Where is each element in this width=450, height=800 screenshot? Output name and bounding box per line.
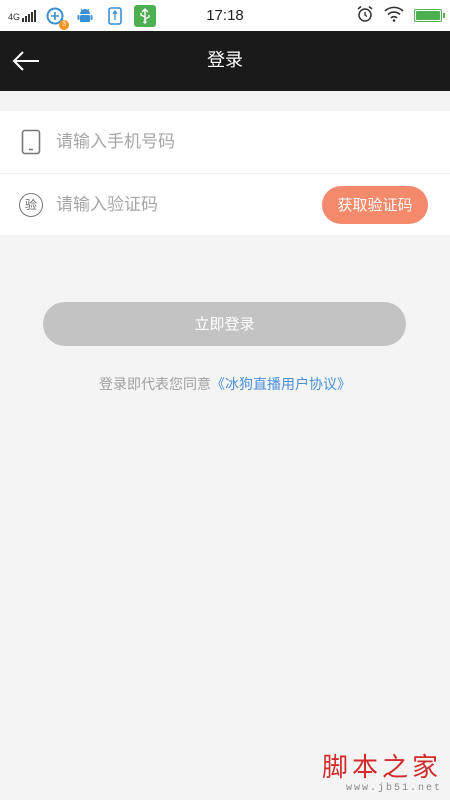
agreement-prefix: 登录即代表您同意 [99,377,211,393]
login-button[interactable]: 立即登录 [43,302,406,346]
watermark-logo: 脚本之家 [321,753,442,783]
status-right-icons [356,0,445,31]
status-bar: 4G 3 17:18 [0,0,450,31]
page-title: 登录 [207,50,243,71]
alarm-icon [356,5,374,27]
watermark: 脚本之家 www.jb51.net [322,753,442,794]
phone-row [0,111,450,173]
battery-level [416,11,440,20]
agreement-text: 登录即代表您同意《冰狗直播用户协议》 [0,374,450,394]
wifi-icon [384,6,404,26]
nav-bar: 登录 [0,31,450,91]
code-row: 验 获取验证码 [0,173,450,235]
login-form: 验 获取验证码 [0,111,450,235]
phone-input[interactable] [56,132,296,152]
watermark-url: www.jb51.net [345,783,442,794]
verify-code-icon: 验 [16,190,46,220]
get-code-button[interactable]: 获取验证码 [322,186,428,224]
phone-icon [16,127,46,157]
verify-code-input[interactable] [56,194,296,215]
battery-icon [414,9,445,22]
verify-code-glyph: 验 [19,192,43,217]
user-agreement-link[interactable]: 《冰狗直播用户协议》 [211,377,351,393]
